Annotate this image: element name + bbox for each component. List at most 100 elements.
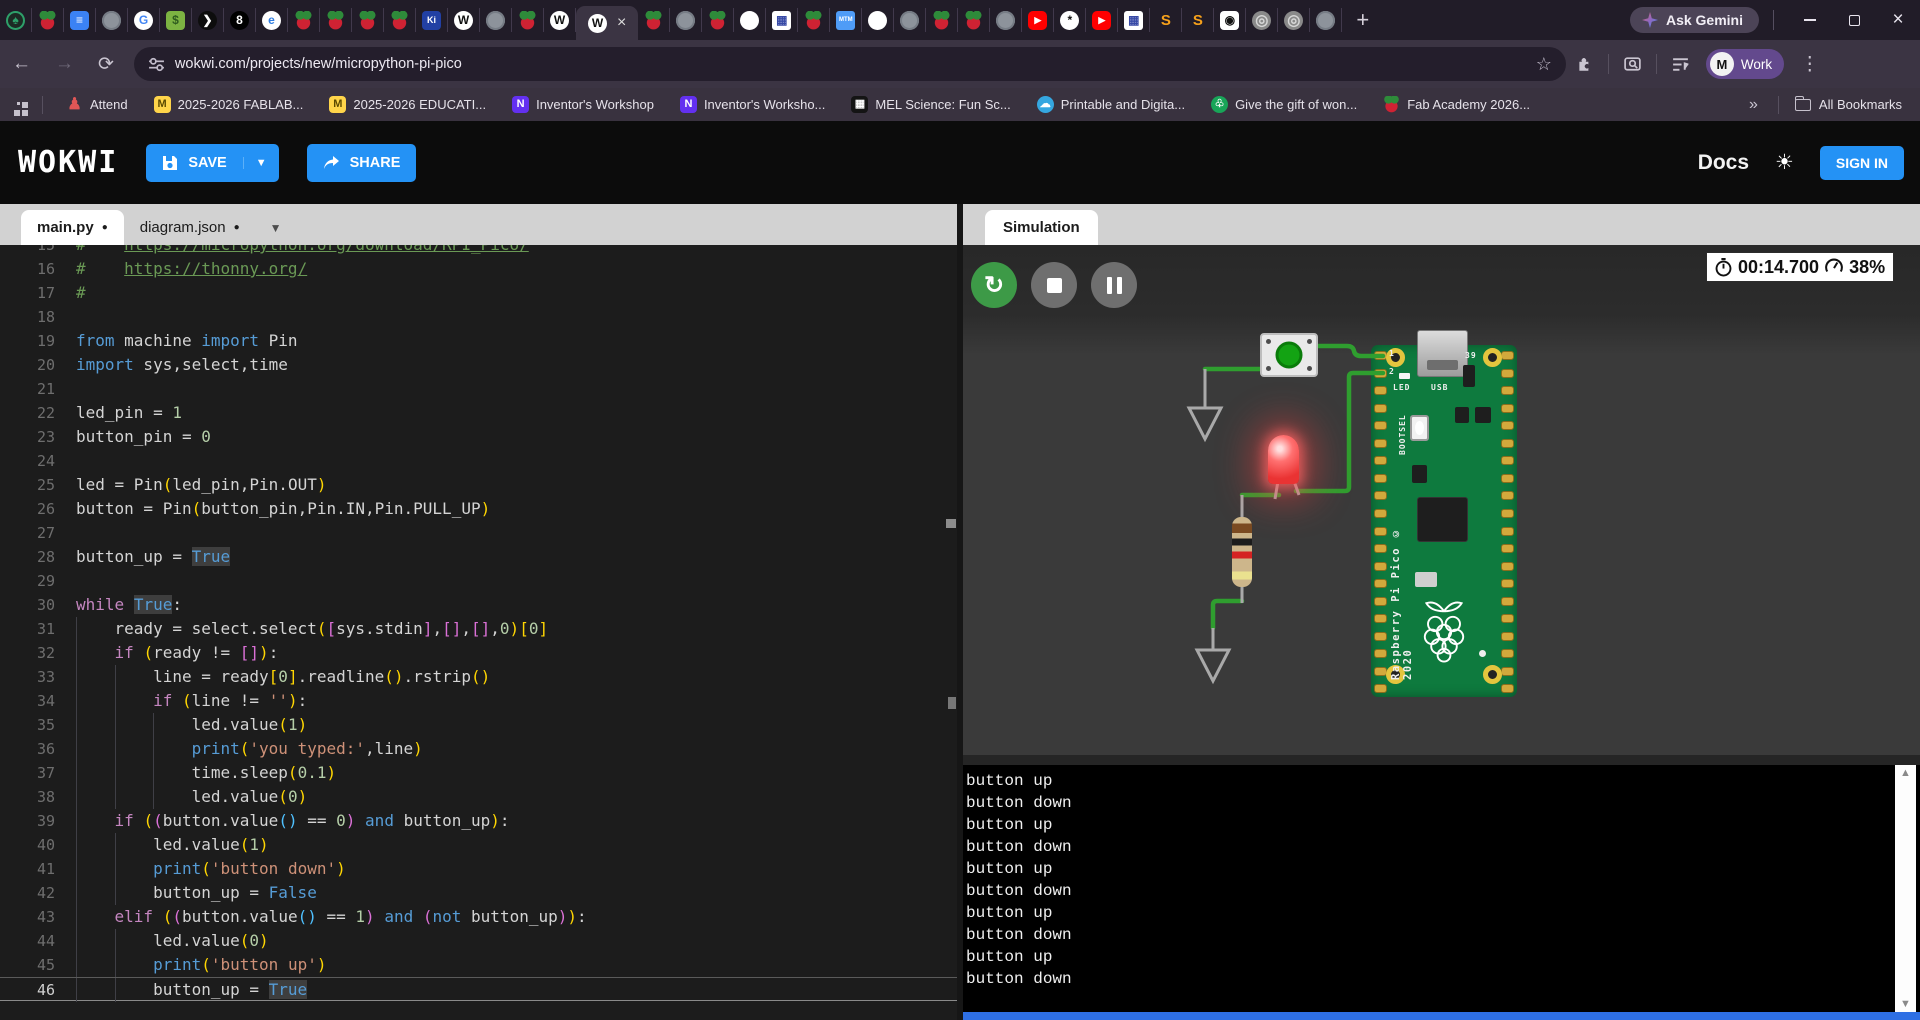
browser-tab[interactable]: $ [160,8,192,32]
pico-pin-right-11[interactable] [1501,526,1514,536]
browser-tab[interactable]: Ki [416,8,448,32]
code-line-45[interactable]: 45 print('button up') [0,953,957,977]
pico-pin-left-10[interactable] [1374,508,1387,518]
bookmark-item[interactable]: N Inventor's Workshop [512,96,654,113]
browser-tab[interactable]: ◎ [1246,8,1279,32]
code-line-17[interactable]: 17 # [0,281,957,305]
browser-tab[interactable] [990,8,1023,32]
close-button[interactable]: × [1876,1,1920,39]
theme-sun-icon[interactable]: ☀ [1775,150,1794,175]
apps-grid-icon[interactable] [14,101,20,108]
browser-tab[interactable]: ▦ [766,8,799,32]
reload-icon[interactable]: ⟳ [86,53,126,76]
bootsel-button[interactable] [1410,415,1429,441]
pico-pin-right-2[interactable] [1501,368,1514,378]
pico-pin-right-12[interactable] [1501,544,1514,554]
code-line-23[interactable]: 23 button_pin = 0 [0,425,957,449]
push-button-cap[interactable] [1275,341,1303,369]
code-line-44[interactable]: 44 led.value(0) [0,929,957,953]
browser-tab[interactable] [670,8,703,32]
pico-pin-left-16[interactable] [1374,614,1387,624]
pico-pin-left-20[interactable] [1374,684,1387,694]
pico-pin-right-14[interactable] [1501,579,1514,589]
search-tabs-icon[interactable] [1623,55,1642,74]
pico-pin-left-2[interactable] [1374,368,1387,378]
pico-pin-left-4[interactable] [1374,403,1387,413]
browser-tab[interactable]: ◉ [1214,8,1247,32]
pico-pin-right-1[interactable] [1501,351,1514,360]
code-line-31[interactable]: 31 ready = select.select([sys.stdin],[],[… [0,617,957,641]
code-editor[interactable]: 15 # https://micropython.org/download/RPI… [0,245,957,1020]
code-line-15[interactable]: 15 # https://micropython.org/download/RPI… [0,245,957,257]
code-line-30[interactable]: 30 while True: [0,593,957,617]
bookmark-item[interactable]: N Inventor's Worksho... [679,96,825,113]
browser-tab[interactable] [798,8,831,32]
code-line-42[interactable]: 42 button_up = False [0,881,957,905]
pico-pin-right-5[interactable] [1501,421,1514,431]
address-bar[interactable]: wokwi.com/projects/new/micropython-pi-pi… [133,47,1566,81]
pico-pin-right-8[interactable] [1501,473,1514,483]
new-tab-button[interactable]: + [1342,7,1383,33]
simulation-canvas[interactable]: ↻ 00:14.700 38% 1 2 39 LED USB BOOTSEL R… [963,245,1920,755]
code-line-25[interactable]: 25 led = Pin(led_pin,Pin.OUT) [0,473,957,497]
browser-tab[interactable]: ◎ [1278,8,1311,32]
browser-tab[interactable] [352,8,384,32]
pico-pin-right-13[interactable] [1501,561,1514,571]
pico-pin-right-7[interactable] [1501,456,1514,466]
browser-tab[interactable] [894,8,927,32]
browser-tab[interactable]: S [1150,8,1183,32]
code-line-34[interactable]: 34 if (line != ''): [0,689,957,713]
code-line-43[interactable]: 43 elif ((button.value() == 1) and (not b… [0,905,957,929]
browser-tab[interactable]: MTM [830,8,863,32]
console-scrollbar[interactable]: ▲ ▼ [1895,765,1916,1012]
browser-tab[interactable]: ▶ [1022,8,1055,32]
profile-button[interactable]: M Work [1705,49,1785,79]
scroll-up-icon[interactable]: ▲ [1900,767,1911,779]
pico-pin-left-15[interactable] [1374,596,1387,606]
pico-pin-left-8[interactable] [1374,473,1387,483]
pico-pin-right-3[interactable] [1501,386,1514,396]
browser-tab[interactable] [958,8,991,32]
pico-pin-right-20[interactable] [1501,684,1514,694]
code-line-37[interactable]: 37 time.sleep(0.1) [0,761,957,785]
code-line-32[interactable]: 32 if (ready != []): [0,641,957,665]
pico-pin-left-11[interactable] [1374,526,1387,536]
code-line-38[interactable]: 38 led.value(0) [0,785,957,809]
bookmark-star-icon[interactable]: ☆ [1536,54,1552,75]
pico-pin-right-10[interactable] [1501,508,1514,518]
maximize-button[interactable] [1832,1,1876,39]
browser-tab[interactable]: ▶ [1086,8,1119,32]
code-line-29[interactable]: 29 [0,569,957,593]
pico-pin-right-17[interactable] [1501,631,1514,641]
browser-tab[interactable] [320,8,352,32]
browser-tab[interactable]: e [256,8,288,32]
code-line-24[interactable]: 24 [0,449,957,473]
pico-pin-left-3[interactable] [1374,386,1387,396]
browser-tab[interactable] [926,8,959,32]
browser-tab[interactable]: ❯ [192,8,224,32]
wokwi-logo[interactable]: WOKWI [18,145,118,180]
sign-in-button[interactable]: SIGN IN [1819,145,1904,180]
pico-pin-right-19[interactable] [1501,666,1514,676]
pico-pin-right-4[interactable] [1501,403,1514,413]
pico-pin-right-15[interactable] [1501,596,1514,606]
bookmark-item[interactable]: ▦ MEL Science: Fun Sc... [851,96,1011,113]
browser-tab[interactable] [32,8,64,32]
browser-tab[interactable] [734,8,767,32]
all-bookmarks-button[interactable]: All Bookmarks [1794,95,1902,112]
browser-tab[interactable] [288,8,320,32]
browser-menu-icon[interactable]: ⋮ [1800,53,1819,76]
tab-main-py[interactable]: main.py ● [21,210,124,245]
browser-tab[interactable] [384,8,416,32]
pico-pin-left-18[interactable] [1374,649,1387,659]
bookmark-item[interactable]: ☁ Printable and Digita... [1036,96,1185,113]
bookmarks-overflow-icon[interactable]: » [1739,96,1768,114]
browser-tab[interactable]: ≡ [64,8,96,32]
browser-tab[interactable] [512,8,544,32]
browser-tab[interactable] [480,8,512,32]
pico-pin-left-12[interactable] [1374,544,1387,554]
docs-link[interactable]: Docs [1698,151,1749,175]
raspberry-pi-pico-board[interactable]: 1 2 39 LED USB BOOTSEL Raspberry Pi Pico [1371,330,1517,697]
pico-pin-right-6[interactable] [1501,438,1514,448]
code-line-41[interactable]: 41 print('button down') [0,857,957,881]
